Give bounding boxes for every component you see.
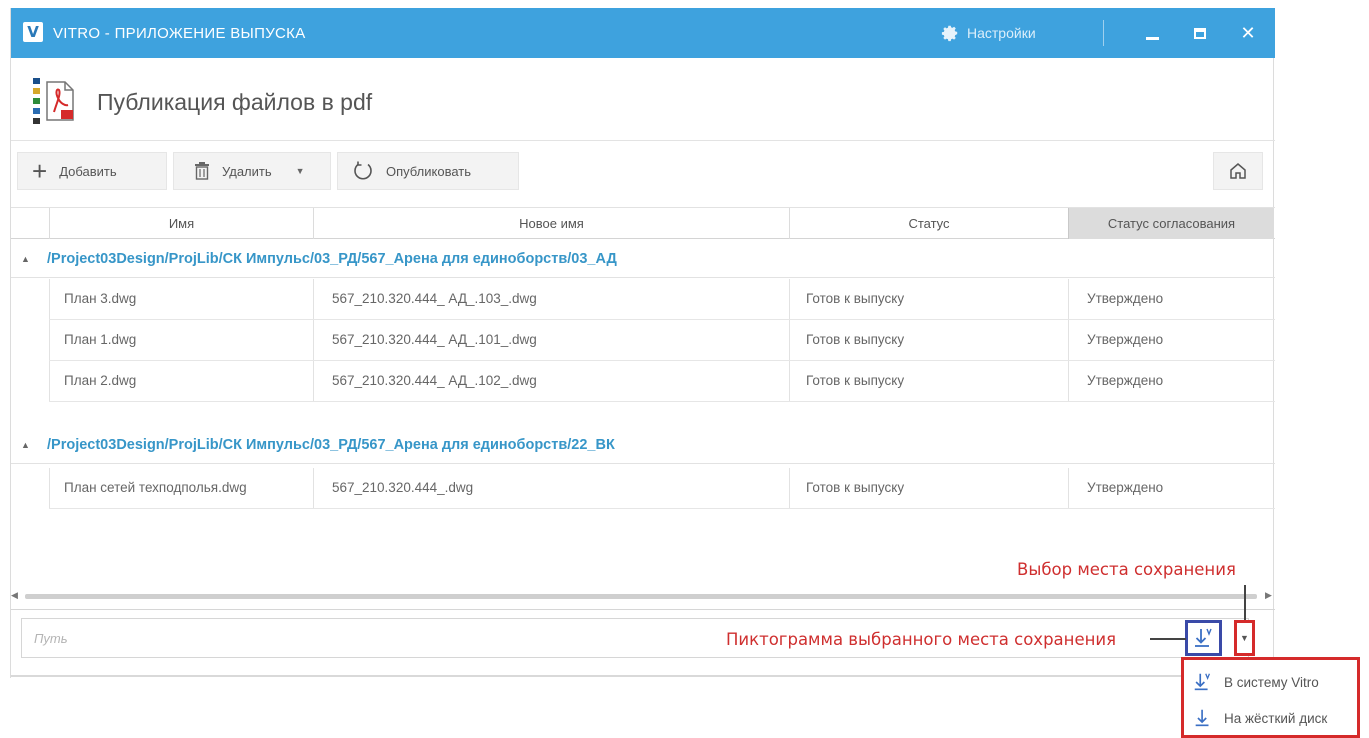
settings-button[interactable]: Настройки (941, 22, 1036, 44)
publish-button[interactable]: Опубликовать (337, 152, 519, 190)
column-header-approval-status[interactable]: Статус согласования (1068, 208, 1274, 239)
cell-name: План 2.dwg (49, 361, 313, 401)
menu-item-label: На жёсткий диск (1224, 710, 1328, 726)
group-path: /Project03Design/ProjLib/СК Импульс/03_Р… (47, 437, 615, 453)
divider (11, 609, 1275, 610)
cell-new-name: 567_210.320.444_.dwg (313, 468, 789, 508)
chevron-down-icon: ▼ (1240, 633, 1249, 643)
table-row[interactable]: План 3.dwg 567_210.320.444_ АД_.103_.dwg… (49, 279, 1275, 320)
maximize-icon (1194, 27, 1206, 39)
close-button[interactable]: ✕ (1231, 18, 1265, 48)
save-location-dropdown-button[interactable]: ▼ (1234, 620, 1255, 656)
scrollbar-thumb[interactable] (25, 594, 1257, 599)
table-row[interactable]: План 1.dwg 567_210.320.444_ АД_.101_.dwg… (49, 320, 1275, 361)
gear-icon (941, 25, 958, 42)
trash-icon (195, 162, 209, 180)
selected-save-location-button[interactable] (1185, 620, 1222, 656)
cell-status: Готов к выпуску (789, 279, 1068, 319)
menu-item-label: В систему Vitro (1224, 674, 1319, 690)
menu-item-vitro[interactable]: В систему Vitro (1184, 664, 1357, 700)
table-header: Имя Новое имя Статус Статус согласования (11, 207, 1275, 239)
divider (11, 675, 1275, 677)
path-placeholder: Путь (34, 631, 68, 646)
horizontal-scrollbar[interactable]: ◀ ▶ (11, 590, 1275, 604)
add-button[interactable]: + Добавить (17, 152, 167, 190)
table-row[interactable]: План сетей техподполья.dwg 567_210.320.4… (49, 468, 1275, 509)
save-location-menu: В систему Vitro На жёсткий диск (1181, 657, 1360, 738)
delete-dropdown-icon[interactable]: ▼ (296, 166, 305, 176)
cell-status: Готов к выпуску (789, 361, 1068, 401)
collapse-arrow-icon[interactable]: ▲ (21, 254, 30, 264)
app-title: VITRO - ПРИЛОЖЕНИЕ ВЫПУСКА (53, 25, 306, 42)
plus-icon: + (32, 156, 48, 186)
cell-approval-status: Утверждено (1068, 468, 1275, 508)
app-logo-icon: V (23, 22, 43, 42)
cell-new-name: 567_210.320.444_ АД_.101_.dwg (313, 320, 789, 360)
group-row[interactable]: ▲ /Project03Design/ProjLib/СК Импульс/03… (11, 426, 1275, 464)
home-icon (1230, 163, 1246, 179)
collapse-arrow-icon[interactable]: ▲ (21, 440, 30, 450)
cell-name: План сетей техподполья.dwg (49, 468, 313, 508)
cell-status: Готов к выпуску (789, 468, 1068, 508)
cell-approval-status: Утверждено (1068, 320, 1275, 360)
close-icon: ✕ (1240, 22, 1256, 43)
home-button[interactable] (1213, 152, 1263, 190)
cell-approval-status: Утверждено (1068, 279, 1275, 319)
table-row[interactable]: План 2.dwg 567_210.320.444_ АД_.102_.dwg… (49, 361, 1275, 402)
title-bar: V VITRO - ПРИЛОЖЕНИЕ ВЫПУСКА Настройки ✕ (11, 8, 1275, 58)
menu-item-hard-disk[interactable]: На жёсткий диск (1184, 700, 1357, 736)
vitro-save-icon (1194, 673, 1211, 691)
delete-button[interactable]: Удалить ▼ (173, 152, 331, 190)
cell-status: Готов к выпуску (789, 320, 1068, 360)
cell-new-name: 567_210.320.444_ АД_.103_.dwg (313, 279, 789, 319)
pdf-publish-icon (33, 78, 74, 124)
settings-label: Настройки (967, 25, 1036, 41)
cell-approval-status: Утверждено (1068, 361, 1275, 401)
minimize-button[interactable] (1135, 18, 1169, 48)
column-header-status[interactable]: Статус (789, 208, 1068, 239)
column-header-name[interactable]: Имя (49, 208, 313, 239)
refresh-icon (354, 161, 372, 180)
cell-name: План 3.dwg (49, 279, 313, 319)
page-title: Публикация файлов в pdf (97, 89, 373, 115)
column-header-new-name[interactable]: Новое имя (313, 208, 789, 239)
page-header: Публикация файлов в pdf (11, 58, 1275, 140)
scroll-left-icon[interactable]: ◀ (11, 590, 18, 601)
delete-label: Удалить (222, 163, 272, 179)
disk-save-icon (1195, 709, 1209, 727)
annotation-save-icon: Пиктограмма выбранного места сохранения (726, 630, 1117, 649)
publish-label: Опубликовать (386, 163, 472, 179)
titlebar-separator (1103, 20, 1104, 46)
add-label: Добавить (59, 163, 117, 179)
vitro-save-icon (1194, 628, 1212, 647)
annotation-save-place: Выбор места сохранения (1017, 560, 1236, 579)
toolbar: + Добавить Удалить ▼ Опубликовать (11, 149, 1275, 193)
cell-new-name: 567_210.320.444_ АД_.102_.dwg (313, 361, 789, 401)
scroll-right-icon[interactable]: ▶ (1265, 590, 1272, 601)
annotation-leader-line (1244, 585, 1246, 620)
annotation-leader-line (1150, 638, 1186, 640)
header-divider (11, 140, 1275, 141)
maximize-button[interactable] (1183, 18, 1217, 48)
minimize-icon (1145, 36, 1159, 40)
group-path: /Project03Design/ProjLib/СК Импульс/03_Р… (47, 251, 617, 267)
cell-name: План 1.dwg (49, 320, 313, 360)
group-row[interactable]: ▲ /Project03Design/ProjLib/СК Импульс/03… (11, 240, 1275, 278)
